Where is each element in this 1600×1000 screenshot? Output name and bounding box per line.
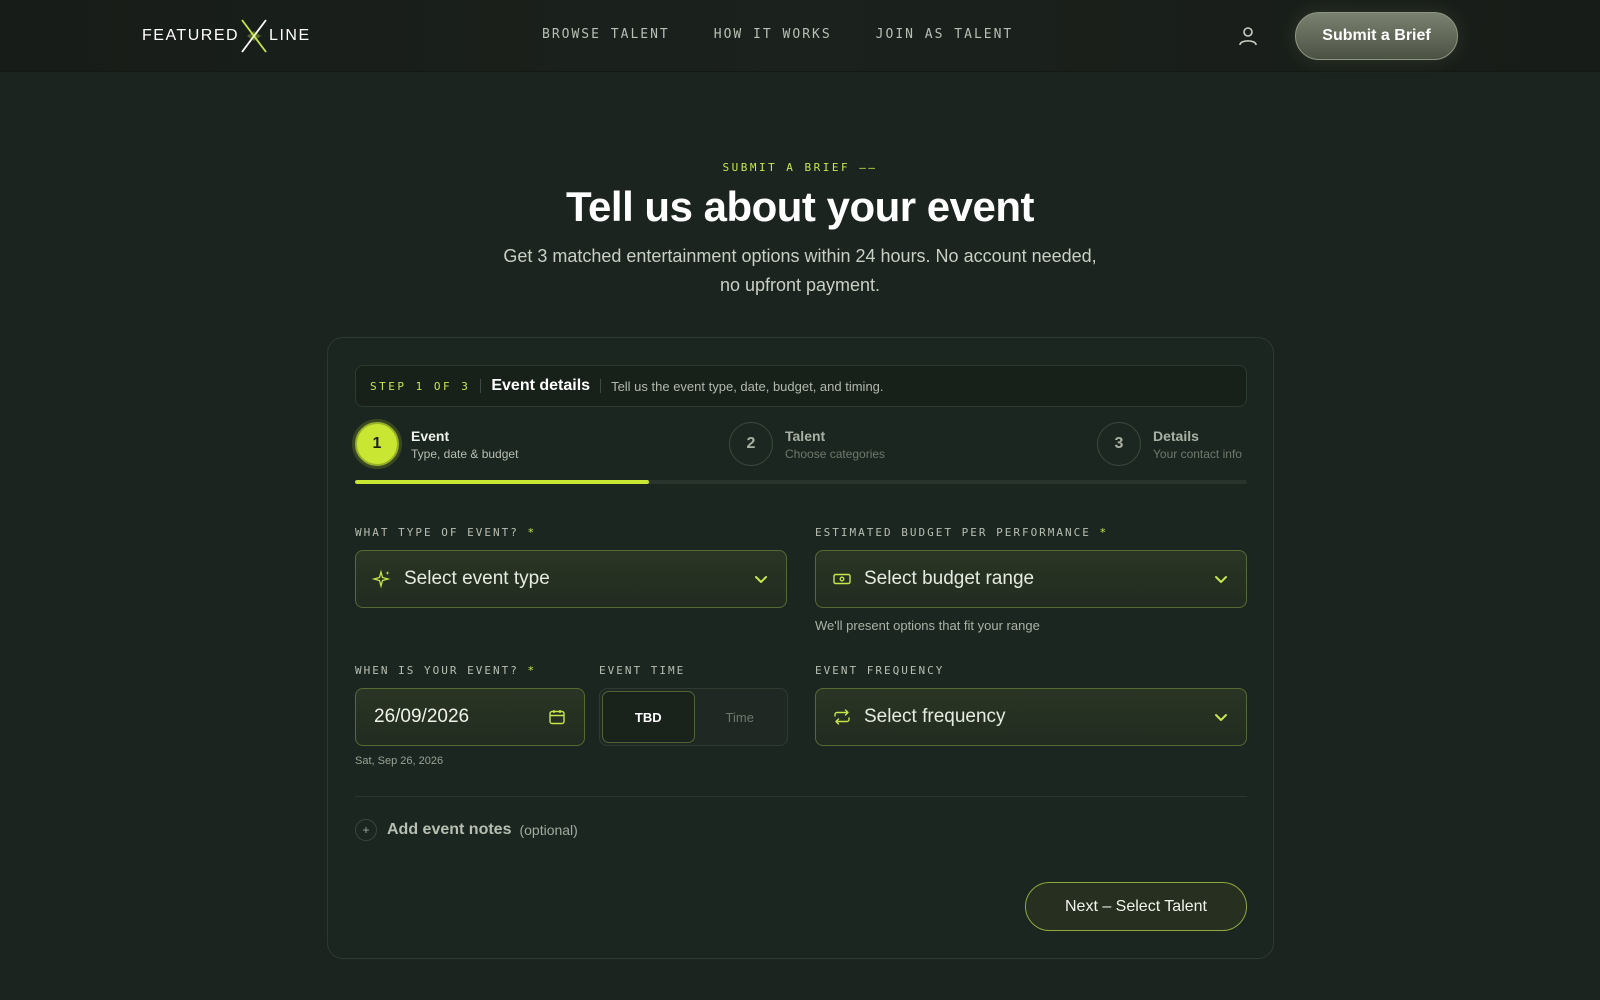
budget-hint: We'll present options that fit your rang…: [815, 618, 1040, 633]
logo-text-left: FEATURED: [142, 27, 240, 44]
event-date-label: WHEN IS YOUR EVENT? *: [355, 664, 537, 677]
brief-form-card: STEP 1 OF 3 Event details Tell us the ev…: [327, 337, 1274, 959]
event-date-value: 26/09/2026: [374, 706, 470, 727]
progress-bar: [355, 480, 1247, 484]
budget-select[interactable]: Select budget range: [815, 550, 1247, 608]
stepper-step-event[interactable]: 1 Event Type, date & budget: [355, 422, 518, 466]
step-description: Tell us the event type, date, budget, an…: [611, 378, 884, 394]
chevron-down-icon: [1215, 576, 1227, 583]
divider: [600, 379, 602, 393]
step-number-badge: 1: [355, 422, 399, 466]
stepper-step-talent[interactable]: 2 Talent Choose categories: [729, 422, 885, 466]
budget-placeholder: Select budget range: [864, 568, 1035, 589]
event-type-label: WHAT TYPE OF EVENT? *: [355, 526, 537, 539]
time-option-tbd[interactable]: TBD: [602, 691, 695, 743]
event-time-label: EVENT TIME: [599, 664, 686, 677]
event-date-input[interactable]: 26/09/2026: [355, 688, 585, 746]
step-name: Details: [1153, 427, 1199, 444]
step-header-bar: STEP 1 OF 3 Event details Tell us the ev…: [355, 365, 1247, 407]
event-time-toggle: TBD Time: [599, 688, 788, 746]
logo-text-right: LINE: [269, 27, 311, 44]
page-subtitle: Get 3 matched entertainment options with…: [503, 246, 1097, 295]
event-type-placeholder: Select event type: [404, 568, 550, 589]
time-option-time[interactable]: Time: [695, 691, 786, 743]
logo-x-icon: [241, 19, 267, 53]
main-nav: BROWSE TALENT HOW IT WORKS JOIN AS TALEN…: [542, 27, 1013, 42]
calendar-icon[interactable]: [548, 708, 566, 726]
step-number-badge: 2: [729, 422, 773, 466]
chevron-down-icon: [1215, 714, 1227, 721]
top-nav-bar: FEATURED LINE BROWSE TALENT HOW IT WORKS…: [0, 0, 1600, 72]
step-counter: STEP 1 OF 3: [370, 379, 471, 393]
step-subtext: Choose categories: [785, 446, 886, 461]
next-select-talent-button[interactable]: Next – Select Talent: [1025, 882, 1247, 931]
budget-label: ESTIMATED BUDGET PER PERFORMANCE *: [815, 526, 1109, 539]
step-subtext: Type, date & budget: [411, 446, 519, 461]
section-divider: [355, 796, 1247, 797]
repeat-icon: [834, 709, 850, 725]
event-date-hint: Sat, Sep 26, 2026: [355, 755, 444, 767]
step-subtext: Your contact info: [1153, 446, 1242, 461]
user-account-icon[interactable]: [1236, 24, 1260, 48]
optional-tag: (optional): [519, 822, 578, 838]
stepper-step-details[interactable]: 3 Details Your contact info: [1097, 422, 1242, 466]
plus-icon: +: [355, 819, 377, 841]
step-name: Talent: [785, 427, 826, 444]
nav-join-as-talent[interactable]: JOIN AS TALENT: [876, 27, 1014, 42]
submit-brief-button[interactable]: Submit a Brief: [1295, 12, 1458, 60]
nav-how-it-works[interactable]: HOW IT WORKS: [714, 27, 832, 42]
progress-stepper: 1 Event Type, date & budget 2 Talent Cho…: [355, 422, 1247, 484]
section-eyebrow: SUBMIT A BRIEF ——: [722, 161, 878, 174]
event-frequency-label: EVENT FREQUENCY: [815, 664, 945, 677]
step-number-badge: 3: [1097, 422, 1141, 466]
event-type-select[interactable]: Select event type: [355, 550, 787, 608]
frequency-placeholder: Select frequency: [864, 706, 1006, 727]
progress-bar-fill: [355, 480, 650, 484]
page-title: Tell us about your event: [566, 183, 1034, 230]
chevron-down-icon: [755, 576, 767, 583]
add-event-notes-toggle[interactable]: + Add event notes (optional): [355, 819, 578, 841]
cash-icon: [833, 573, 851, 585]
frequency-select[interactable]: Select frequency: [815, 688, 1247, 746]
nav-browse-talent[interactable]: BROWSE TALENT: [542, 27, 670, 42]
step-name: Event: [411, 427, 450, 444]
step-title: Event details: [491, 377, 591, 394]
add-notes-label: Add event notes: [387, 821, 512, 838]
sparkle-icon: [372, 569, 391, 589]
divider: [480, 379, 482, 393]
brand-logo[interactable]: FEATURED LINE: [142, 18, 311, 54]
